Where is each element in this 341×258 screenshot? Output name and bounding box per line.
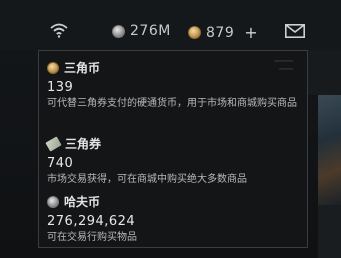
screen: 276M 879 + ▔▔▔▔ ▔▔▔ 三角币 139 可代替三角券支付的硬通货币… <box>0 0 341 258</box>
mail-icon[interactable] <box>285 24 305 38</box>
top-bar: 276M 879 + <box>0 0 341 50</box>
sanjiao-currency-display[interactable]: 879 + <box>188 23 258 42</box>
entry-header: 哈夫币 <box>47 193 297 210</box>
entry-description: 可代替三角券支付的硬通货币，用于市场和商城购买商品 <box>47 98 297 109</box>
sanjiao-amount: 879 <box>206 24 235 41</box>
entry-header: 三角币 <box>47 59 297 76</box>
add-currency-button[interactable]: + <box>244 23 258 42</box>
background-edge <box>308 50 341 95</box>
entry-value: 276,294,624 <box>47 214 136 229</box>
entry-header: 三角券 <box>45 135 297 152</box>
silver-coin-icon <box>47 195 59 208</box>
wifi-icon <box>50 23 68 38</box>
hafu-amount: 276M <box>130 23 171 39</box>
ticket-icon <box>45 135 62 152</box>
silver-coin-icon <box>112 24 125 38</box>
hafu-currency-display[interactable]: 276M <box>112 23 171 39</box>
currency-tooltip: ▔▔▔▔ ▔▔▔ 三角币 139 可代替三角券支付的硬通货币，用于市场和商城购买商… <box>38 50 308 248</box>
entry-value: 740 <box>47 156 74 171</box>
currency-entry-hafubi: 哈夫币 276,294,624 可在交易行购买物品 <box>47 193 297 246</box>
currency-entry-sanjiaobi: 三角币 139 可代替三角券支付的硬通货币，用于市场和商城购买商品 <box>47 59 297 112</box>
entry-description: 可在交易行购买物品 <box>47 232 137 243</box>
entry-title: 哈夫币 <box>64 195 101 209</box>
gold-coin-icon <box>47 61 59 74</box>
entry-value: 139 <box>47 80 74 95</box>
entry-title: 三角券 <box>65 137 102 151</box>
gold-coin-icon <box>188 26 201 39</box>
background-lower <box>318 205 341 258</box>
entry-description: 市场交易获得，可在商城中购买绝大多数商品 <box>47 174 247 185</box>
background-scene <box>318 95 341 205</box>
entry-title: 三角币 <box>64 61 101 75</box>
currency-entry-sanjiaoquan: 三角券 740 市场交易获得，可在商城中购买绝大多数商品 <box>45 135 297 188</box>
